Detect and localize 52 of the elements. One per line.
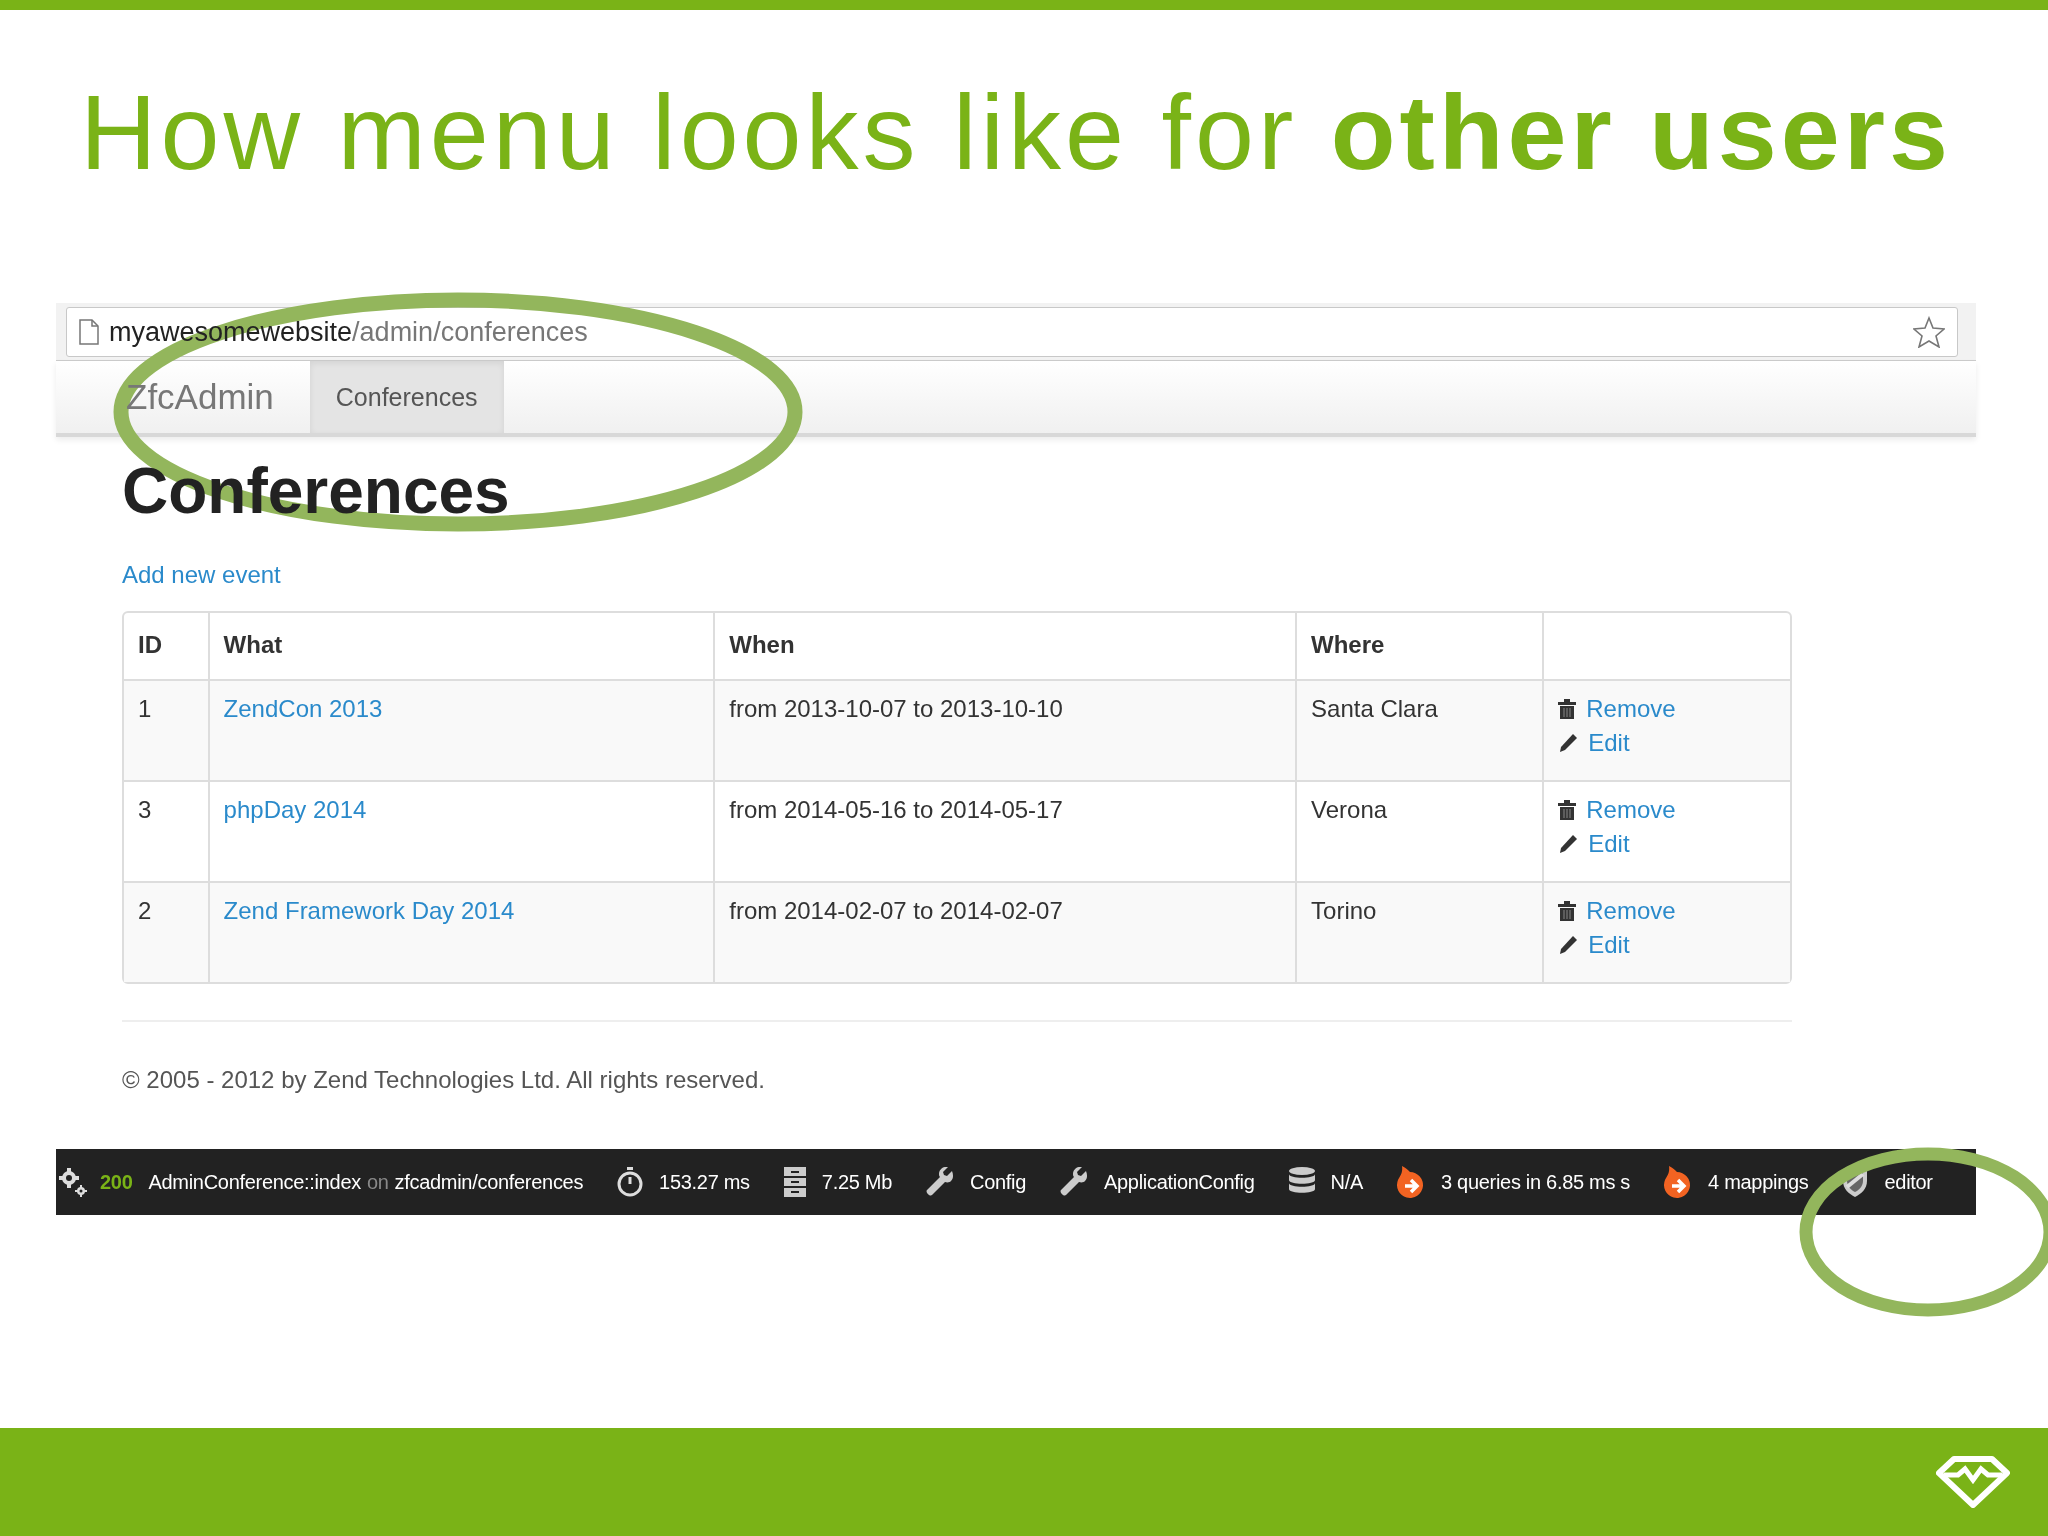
path-text: zfcadmin/conferences bbox=[394, 1170, 584, 1194]
page-icon bbox=[79, 319, 99, 345]
wrench-icon bbox=[925, 1167, 955, 1197]
column-header: When bbox=[713, 613, 1296, 679]
column-header: ID bbox=[137, 630, 163, 660]
pencil-icon bbox=[1558, 834, 1579, 854]
remove-link[interactable]: Remove bbox=[1586, 796, 1676, 824]
edit-link[interactable]: Edit bbox=[1588, 729, 1630, 757]
on-text: on bbox=[366, 1170, 389, 1194]
trash-icon bbox=[1558, 699, 1577, 719]
stopwatch-icon bbox=[616, 1166, 645, 1198]
remove-link[interactable]: Remove bbox=[1586, 695, 1676, 723]
add-event-link[interactable]: Add new event bbox=[122, 561, 281, 589]
table-cell: 3 bbox=[124, 780, 208, 881]
pencil-icon bbox=[1558, 733, 1579, 753]
toolbar-label[interactable]: N/A bbox=[1330, 1170, 1363, 1194]
file-cabinet-icon bbox=[782, 1166, 807, 1198]
toolbar-label[interactable]: editor bbox=[1884, 1170, 1933, 1194]
table-cell: from 2014-05-16 to 2014-05-17 bbox=[713, 780, 1296, 881]
copyright-text: © 2005 - 2012 by Zend Technologies Ltd. All rights reserved. bbox=[122, 1066, 766, 1094]
toolbar-label[interactable]: 3 queries in 6.85 ms s bbox=[1441, 1170, 1631, 1194]
edit-link[interactable]: Edit bbox=[1588, 830, 1630, 858]
edit-link[interactable]: Edit bbox=[1588, 931, 1630, 959]
table-cell: 2 bbox=[124, 881, 208, 982]
table-cell: Verona bbox=[1295, 780, 1543, 881]
route-text: AdminConference::index bbox=[148, 1170, 361, 1194]
star-icon[interactable] bbox=[1913, 316, 1945, 348]
toolbar-label[interactable]: 7.25 Mb bbox=[821, 1170, 892, 1194]
toolbar-label[interactable]: 153.27 ms bbox=[659, 1170, 750, 1194]
slide-title: How menu looks like for other users bbox=[80, 72, 1953, 193]
event-link[interactable]: phpDay 2014 bbox=[223, 796, 367, 823]
nav-tab[interactable]: Conferences bbox=[309, 361, 504, 433]
remove-link[interactable]: Remove bbox=[1586, 897, 1676, 925]
table-cell: 1 bbox=[124, 679, 208, 780]
column-header: Where bbox=[1295, 613, 1543, 679]
toolbar-label[interactable]: ApplicationConfig bbox=[1104, 1170, 1255, 1194]
trash-icon bbox=[1558, 800, 1577, 820]
arrow-badge-icon bbox=[1396, 1165, 1426, 1199]
pencil-icon bbox=[1558, 935, 1579, 955]
table-cell: from 2013-10-07 to 2013-10-10 bbox=[713, 679, 1296, 780]
diamond-icon bbox=[1936, 1456, 2010, 1508]
table-cell: from 2014-02-07 to 2014-02-07 bbox=[713, 881, 1296, 982]
event-link[interactable]: Zend Framework Day 2014 bbox=[223, 897, 515, 924]
wrench-icon bbox=[1059, 1167, 1089, 1197]
trash-icon bbox=[1558, 901, 1577, 921]
table-cell: Torino bbox=[1295, 881, 1543, 982]
event-link[interactable]: ZendCon 2013 bbox=[223, 695, 383, 722]
toolbar-label[interactable]: Config bbox=[970, 1170, 1026, 1194]
toolbar-label[interactable]: 4 mappings bbox=[1708, 1170, 1809, 1194]
column-header: What bbox=[207, 613, 714, 679]
table-cell: Santa Clara bbox=[1295, 679, 1543, 780]
status-code: 200 bbox=[100, 1170, 133, 1194]
